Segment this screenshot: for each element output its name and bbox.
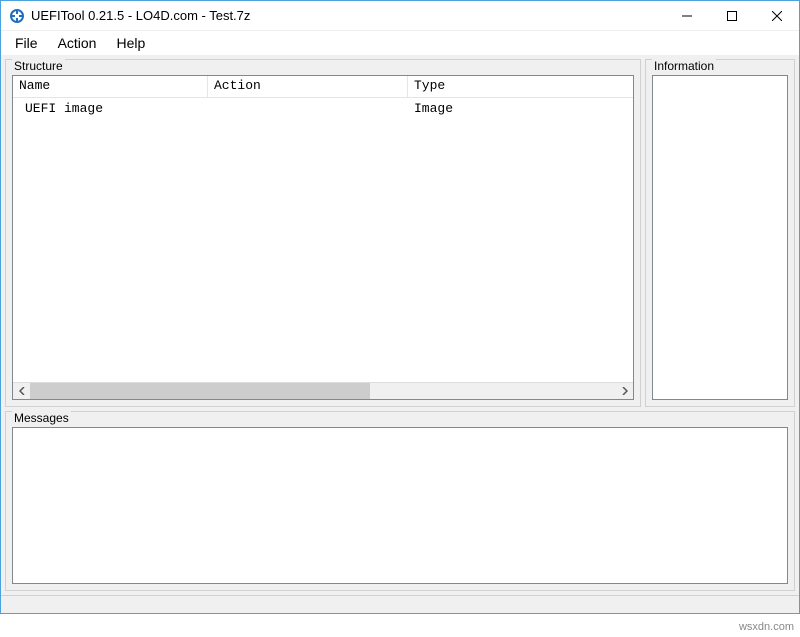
- messages-label: Messages: [12, 411, 71, 425]
- menu-file[interactable]: File: [5, 33, 48, 53]
- structure-label: Structure: [12, 59, 65, 73]
- client-area: Structure Name Action Type UEFI image Im…: [1, 55, 799, 595]
- scroll-right-arrow[interactable]: [616, 383, 633, 400]
- maximize-icon: [727, 11, 737, 21]
- app-window: UEFITool 0.21.5 - LO4D.com - Test.7z Fil…: [0, 0, 800, 614]
- menu-help[interactable]: Help: [106, 33, 155, 53]
- col-header-action[interactable]: Action: [208, 76, 408, 97]
- window-controls: [664, 1, 799, 30]
- chevron-right-icon: [622, 387, 628, 395]
- minimize-button[interactable]: [664, 1, 709, 30]
- tree-body[interactable]: UEFI image Image: [13, 98, 633, 382]
- chevron-left-icon: [19, 387, 25, 395]
- structure-tree[interactable]: Name Action Type UEFI image Image: [12, 75, 634, 400]
- close-button[interactable]: [754, 1, 799, 30]
- col-header-name[interactable]: Name: [13, 76, 208, 97]
- tree-cell-name: UEFI image: [13, 101, 208, 116]
- information-label: Information: [652, 59, 716, 73]
- app-icon: [9, 8, 25, 24]
- information-panel: Information: [645, 59, 795, 407]
- scroll-track[interactable]: [30, 383, 616, 399]
- close-icon: [772, 11, 782, 21]
- messages-content[interactable]: [12, 427, 788, 584]
- tree-header: Name Action Type: [13, 76, 633, 98]
- top-row: Structure Name Action Type UEFI image Im…: [5, 59, 795, 407]
- statusbar: [1, 595, 799, 613]
- messages-panel: Messages: [5, 411, 795, 591]
- scroll-left-arrow[interactable]: [13, 383, 30, 400]
- information-content[interactable]: [652, 75, 788, 400]
- menu-action[interactable]: Action: [48, 33, 107, 53]
- horizontal-scrollbar[interactable]: [13, 382, 633, 399]
- menubar: File Action Help: [1, 31, 799, 55]
- window-title: UEFITool 0.21.5 - LO4D.com - Test.7z: [31, 8, 664, 23]
- maximize-button[interactable]: [709, 1, 754, 30]
- structure-panel: Structure Name Action Type UEFI image Im…: [5, 59, 641, 407]
- watermark: wsxdn.com: [739, 621, 794, 633]
- col-header-type[interactable]: Type: [408, 76, 633, 97]
- titlebar[interactable]: UEFITool 0.21.5 - LO4D.com - Test.7z: [1, 1, 799, 31]
- minimize-icon: [682, 11, 692, 21]
- scroll-thumb[interactable]: [30, 383, 370, 399]
- tree-row[interactable]: UEFI image Image: [13, 98, 633, 118]
- tree-cell-type: Image: [408, 101, 633, 116]
